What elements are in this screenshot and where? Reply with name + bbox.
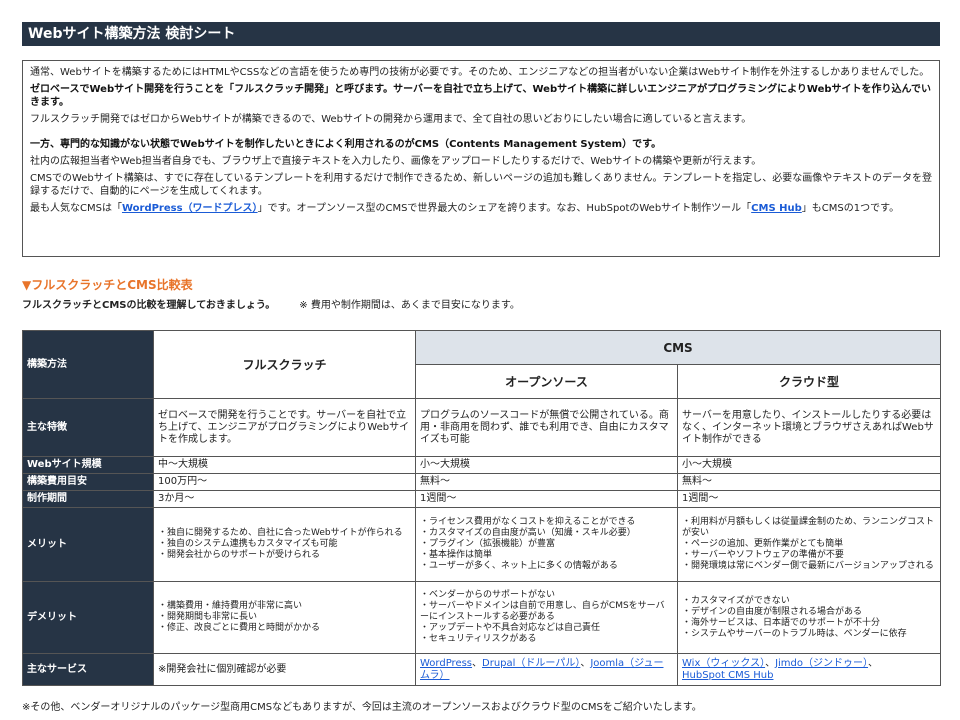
header-cloud: クラウド型: [676, 364, 942, 399]
page-title: Webサイト構築方法 検討シート: [22, 22, 940, 46]
cell-cost-os: 無料〜: [415, 473, 678, 491]
cell-demerit-os: ・ベンダーからのサポートがない ・サーバーやドメインは自前で用意し、自らがCMSを…: [415, 581, 678, 654]
cell-merit-os: ・ライセンス費用がなくコストを抑えることができる ・カスタマイズの自由度が高い（知…: [415, 507, 678, 582]
row-label-demerit: デメリット: [22, 581, 154, 654]
section-heading: ▼フルスクラッチとCMS比較表: [22, 278, 193, 292]
cell-service-fs: ※開発会社に個別確認が必要: [153, 653, 416, 686]
cell-service-os: WordPress、Drupal（ドルーパル）、Joomla（ジュームラ）: [415, 653, 678, 686]
cell-scale-cl: 小〜大規模: [676, 456, 942, 474]
footnote: ※その他、ベンダーオリジナルのパッケージ型商用CMSなどもありますが、今回は主流…: [22, 702, 702, 713]
cell-feature-fs: ゼロベースで開発を行うことです。サーバーを自社で立ち上げて、エンジニアがプログラ…: [153, 398, 416, 457]
wordpress-service-link[interactable]: WordPress: [420, 658, 472, 669]
header-method: 構築方法: [22, 330, 154, 399]
intro-text: CMSでのWebサイト構築は、すでに存在しているテンプレートを利用するだけで制作…: [30, 173, 932, 197]
cell-demerit-cl: ・カスタマイズができない ・デザインの自由度が制限される場合がある ・海外サービスは…: [676, 581, 942, 654]
row-label-merit: メリット: [22, 507, 154, 582]
wordpress-link[interactable]: WordPress（ワードプレス）: [122, 203, 258, 214]
intro-box: 通常、Webサイトを構築するためにはHTMLやCSSなどの言語を使うため専門の技…: [22, 60, 940, 257]
cell-merit-fs: ・独自に開発するため、自社に合ったWebサイトが作られる ・独自のシステム連携もカ…: [153, 507, 416, 582]
section-note: ※ 費用や制作期間は、あくまで目安になります。: [299, 300, 520, 311]
header-opensource: オープンソース: [415, 364, 678, 399]
cell-scale-fs: 中〜大規模: [153, 456, 416, 474]
cell-scale-os: 小〜大規模: [415, 456, 678, 474]
wix-link[interactable]: Wix（ウィックス）: [682, 658, 765, 669]
row-label-cost: 構築費用目安: [22, 473, 154, 491]
row-label-period: 制作期間: [22, 490, 154, 508]
cell-period-fs: 3か月〜: [153, 490, 416, 508]
intro-text-bold: 一方、専門的な知識がない状態でWebサイトを制作したいときによく利用されるのがC…: [30, 139, 662, 150]
cell-feature-os: プログラムのソースコードが無償で公開されている。商用・非商用を問わず、誰でも利用…: [415, 398, 678, 457]
intro-text: 社内の広報担当者やWeb担当者自身でも、ブラウザ上で直接テキストを入力したり、画…: [30, 156, 762, 167]
comparison-table: 構築方法 フルスクラッチ CMS オープンソース クラウド型 主な特徴 ゼロベー…: [22, 330, 942, 686]
intro-text-links: 最も人気なCMSは「WordPress（ワードプレス）」です。オープンソース型の…: [30, 203, 900, 214]
intro-text: フルスクラッチ開発ではゼロからWebサイトが構築できるので、Webサイトの開発か…: [30, 114, 752, 125]
cell-demerit-fs: ・構築費用・維持費用が非常に高い ・開発期間も非常に長い ・修正、改良ごとに費用と時…: [153, 581, 416, 654]
hubspot-cms-hub-link[interactable]: HubSpot CMS Hub: [682, 670, 773, 681]
drupal-link[interactable]: Drupal（ドルーパル）: [482, 658, 580, 669]
jimdo-link[interactable]: Jimdo（ジンドゥー）: [775, 658, 868, 669]
row-label-scale: Webサイト規模: [22, 456, 154, 474]
cell-merit-cl: ・利用料が月額もしくは従量課金制のため、ランニングコストが安い ・ページの追加、更…: [676, 507, 942, 582]
section-subtitle: フルスクラッチとCMSの比較を理解しておきましょう。 ※ 費用や制作期間は、あくま…: [22, 300, 520, 311]
cms-hub-link[interactable]: CMS Hub: [751, 203, 802, 214]
header-fullscratch: フルスクラッチ: [153, 330, 416, 399]
cell-service-cl: Wix（ウィックス）、Jimdo（ジンドゥー）、 HubSpot CMS Hub: [676, 653, 942, 686]
intro-text-bold: ゼロベースでWebサイト開発を行うことを「フルスクラッチ開発」と呼びます。サーバ…: [30, 84, 932, 108]
cell-period-cl: 1週間〜: [676, 490, 942, 508]
cell-cost-fs: 100万円〜: [153, 473, 416, 491]
row-label-feature: 主な特徴: [22, 398, 154, 457]
cell-period-os: 1週間〜: [415, 490, 678, 508]
row-label-service: 主なサービス: [22, 653, 154, 686]
cell-cost-cl: 無料〜: [676, 473, 942, 491]
header-cms: CMS: [414, 330, 942, 365]
intro-text: 通常、Webサイトを構築するためにはHTMLやCSSなどの言語を使うため専門の技…: [30, 67, 930, 78]
cell-feature-cl: サーバーを用意したり、インストールしたりする必要はなく、インターネット環境とブラ…: [676, 398, 942, 457]
